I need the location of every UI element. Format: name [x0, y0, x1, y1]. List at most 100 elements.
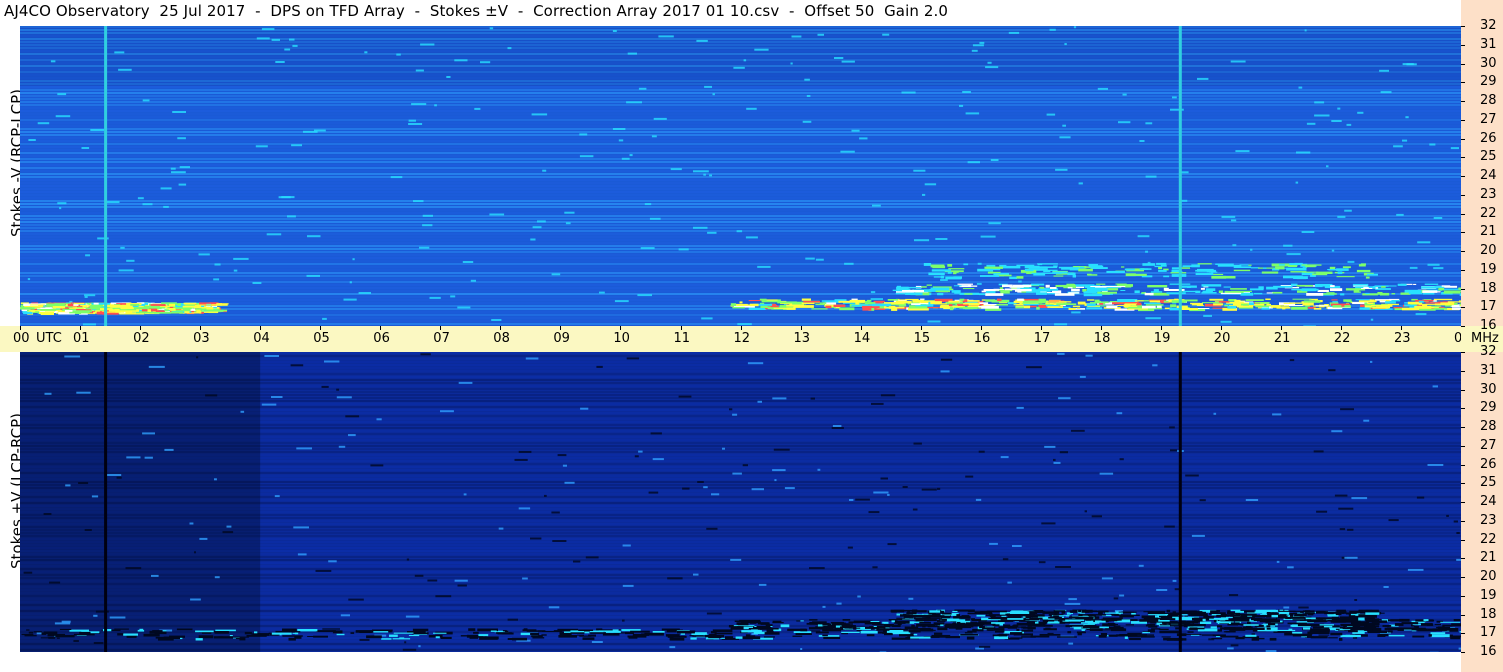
speckle: [1059, 136, 1071, 139]
speckle: [61, 620, 71, 623]
burst-segment: [1097, 291, 1117, 294]
burst-segment: [1343, 299, 1352, 302]
burst-segment: [1433, 298, 1453, 301]
utc-time-axis: 00 01 02 03 04 05 06 07 08 09 10 11 12 13 14 15 16 17 18 19…: [0, 326, 1471, 352]
burst-segment: [732, 306, 745, 309]
burst-segment: [1172, 611, 1176, 613]
burst-segment: [975, 611, 985, 613]
frequency-tick: [1461, 389, 1465, 391]
burst-segment: [40, 312, 54, 315]
speckle: [693, 170, 709, 173]
burst-segment: [1161, 636, 1171, 638]
burst-segment: [705, 634, 725, 638]
burst-segment: [408, 635, 420, 637]
burst-segment: [1249, 302, 1255, 305]
burst-segment: [890, 609, 905, 613]
burst-segment: [945, 276, 962, 280]
burst-segment: [866, 634, 875, 637]
speckle: [1169, 426, 1175, 429]
time-tick-label: 17: [1033, 331, 1051, 346]
burst-segment: [1081, 610, 1098, 612]
speckle: [163, 205, 169, 208]
burst-segment: [1096, 283, 1106, 285]
channel-band: [20, 260, 1461, 262]
speckle: [1016, 406, 1024, 409]
burst-segment: [1245, 299, 1264, 301]
speckle: [49, 581, 61, 584]
speckle: [682, 487, 690, 490]
channel-band: [20, 251, 1461, 253]
speckle: [1334, 494, 1348, 497]
speckle: [959, 104, 964, 107]
burst-segment: [1159, 624, 1180, 626]
speckle: [255, 145, 268, 148]
burst-segment: [945, 636, 960, 639]
frequency-tick-label: 29: [1480, 74, 1497, 90]
speckle: [306, 274, 320, 277]
speckle: [1062, 124, 1066, 127]
channel-band: [20, 272, 1461, 274]
burst-segment: [887, 299, 899, 301]
burst-segment: [1293, 276, 1308, 279]
burst-segment: [1451, 623, 1461, 627]
burst-segment: [1442, 624, 1453, 627]
burst-segment: [1432, 628, 1447, 632]
speckle: [1272, 413, 1282, 416]
burst-segment: [1192, 617, 1210, 621]
speckle: [1073, 26, 1077, 29]
time-tick-label: 23: [1394, 331, 1411, 346]
speckle: [651, 135, 657, 138]
time-tick: [140, 326, 142, 330]
burst-segment: [1086, 307, 1103, 310]
burst-segment: [143, 305, 160, 309]
speckle: [1007, 581, 1012, 584]
burst-segment: [158, 638, 174, 641]
burst-segment: [1035, 621, 1039, 624]
time-tick: [1340, 326, 1342, 330]
burst-segment: [1050, 287, 1057, 289]
speckle: [1145, 122, 1153, 125]
burst-segment: [72, 310, 92, 313]
burst-segment: [1241, 303, 1249, 306]
burst-segment: [1300, 288, 1319, 291]
burst-segment: [1236, 305, 1253, 308]
speckle: [1314, 101, 1325, 104]
channel-band: [20, 320, 1461, 322]
frequency-tick-label: 23: [1480, 512, 1497, 528]
burst-segment: [1305, 610, 1311, 612]
speckle: [1145, 317, 1161, 320]
speckle: [924, 183, 937, 186]
burst-segment: [818, 635, 840, 637]
burst-segment: [1270, 305, 1281, 308]
burst-segment: [1315, 305, 1328, 307]
burst-segment: [1388, 619, 1403, 622]
speckle: [1213, 412, 1217, 415]
channel-band: [20, 95, 1461, 97]
speckle: [1038, 561, 1046, 564]
burst-segment: [1404, 289, 1423, 293]
burst-segment: [1227, 305, 1237, 309]
speckle: [1427, 263, 1440, 266]
burst-segment: [1127, 308, 1148, 310]
burst-segment: [1258, 286, 1264, 290]
frequency-tick: [1461, 445, 1465, 447]
burst-segment: [1106, 270, 1125, 273]
frequency-tick: [1461, 101, 1465, 102]
speckle: [84, 294, 96, 297]
speckle: [1172, 579, 1177, 582]
speckle: [913, 169, 926, 172]
burst-segment: [926, 615, 945, 618]
channel-band: [20, 107, 1461, 109]
channel-band: [20, 86, 1461, 88]
burst-segment: [1353, 289, 1360, 293]
burst-segment: [924, 618, 930, 622]
burst-segment: [1116, 305, 1131, 306]
burst-segment: [1218, 290, 1224, 293]
burst-segment: [1428, 634, 1432, 637]
speckle: [1145, 175, 1157, 178]
speckle: [1337, 215, 1346, 218]
burst-segment: [1100, 633, 1108, 636]
speckle: [914, 239, 930, 242]
burst-segment: [1188, 611, 1206, 614]
burst-segment: [373, 631, 389, 633]
